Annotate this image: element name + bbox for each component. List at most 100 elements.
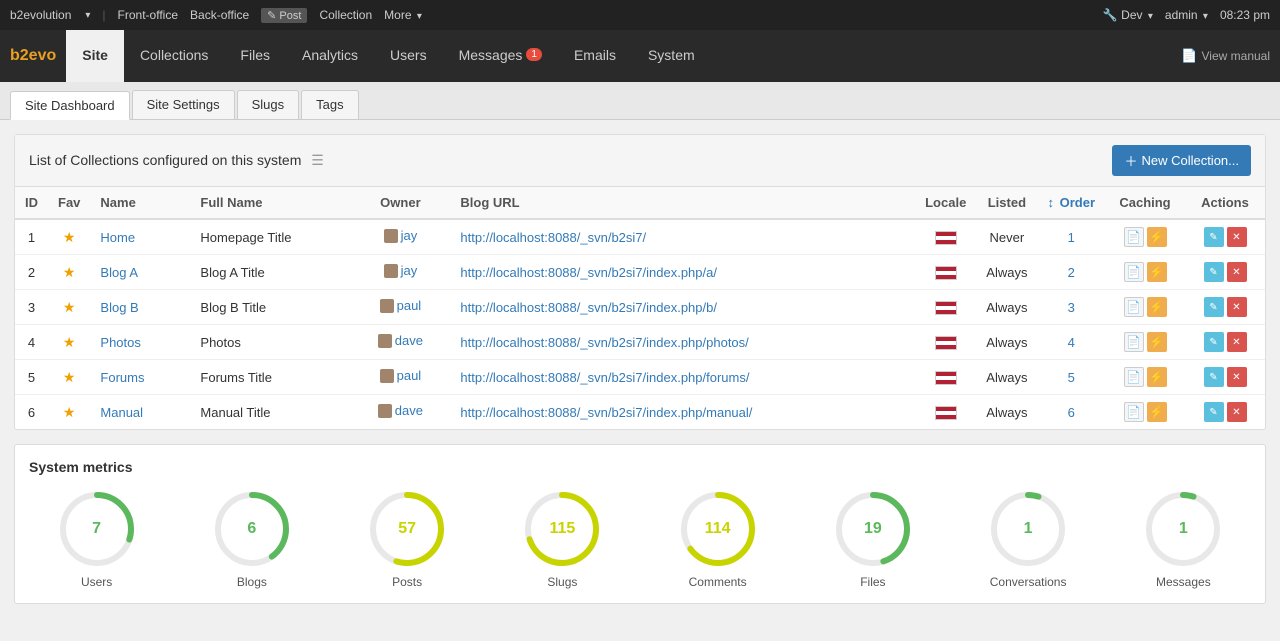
fav-star-icon[interactable]: ★ xyxy=(63,229,76,245)
topbar-brand[interactable]: b2evolution xyxy=(10,8,71,22)
subtab-dashboard[interactable]: Site Dashboard xyxy=(10,91,130,120)
fav-star-icon[interactable]: ★ xyxy=(63,334,76,350)
caching-bolt-icon[interactable]: ⚡ xyxy=(1147,402,1167,422)
cell-order: 1 xyxy=(1037,219,1105,255)
caching-doc-icon[interactable]: 📄 xyxy=(1124,332,1144,352)
nav-tab-analytics[interactable]: Analytics xyxy=(286,30,374,82)
edit-icon[interactable]: ✎ xyxy=(1204,297,1224,317)
collection-name-link[interactable]: Photos xyxy=(100,335,140,350)
donut-value: 1 xyxy=(1024,520,1033,538)
owner-link[interactable]: dave xyxy=(395,403,423,418)
caching-bolt-icon[interactable]: ⚡ xyxy=(1147,297,1167,317)
owner-link[interactable]: jay xyxy=(401,263,418,278)
blog-url-link[interactable]: http://localhost:8088/_svn/b2si7/index.p… xyxy=(460,370,749,385)
cell-fav[interactable]: ★ xyxy=(48,360,90,395)
caching-bolt-icon[interactable]: ⚡ xyxy=(1147,332,1167,352)
caching-doc-icon[interactable]: 📄 xyxy=(1124,402,1144,422)
edit-icon[interactable]: ✎ xyxy=(1204,332,1224,352)
collection-name-link[interactable]: Blog A xyxy=(100,265,138,280)
metric-item: 114 Comments xyxy=(678,489,758,589)
cell-owner: dave xyxy=(350,395,450,430)
subtab-settings[interactable]: Site Settings xyxy=(132,90,235,119)
owner-link[interactable]: paul xyxy=(397,298,422,313)
blog-url-link[interactable]: http://localhost:8088/_svn/b2si7/index.p… xyxy=(460,300,717,315)
delete-icon[interactable]: ✕ xyxy=(1227,367,1247,387)
owner-link[interactable]: jay xyxy=(401,228,418,243)
blog-url-link[interactable]: http://localhost:8088/_svn/b2si7/index.p… xyxy=(460,265,717,280)
metrics-row: 7 Users 6 Blogs 57 Posts 115 xyxy=(29,489,1251,589)
order-value-link[interactable]: 6 xyxy=(1068,405,1075,420)
col-header-order[interactable]: ↕ Order xyxy=(1037,187,1105,219)
owner-link[interactable]: paul xyxy=(397,368,422,383)
nav-tab-messages[interactable]: Messages 1 xyxy=(443,30,558,82)
cell-name: Blog B xyxy=(90,290,190,325)
topbar-post[interactable]: ✎ Post xyxy=(261,8,307,23)
new-collection-button[interactable]: ＋ New Collection... xyxy=(1112,145,1251,176)
blog-url-link[interactable]: http://localhost:8088/_svn/b2si7/index.p… xyxy=(460,405,752,420)
edit-icon[interactable]: ✎ xyxy=(1204,262,1224,282)
caching-doc-icon[interactable]: 📄 xyxy=(1124,227,1144,247)
cell-fav[interactable]: ★ xyxy=(48,290,90,325)
nav-tab-collections[interactable]: Collections xyxy=(124,30,224,82)
cell-url: http://localhost:8088/_svn/b2si7/index.p… xyxy=(450,255,915,290)
brand-logo: b2evo xyxy=(10,30,56,82)
col-header-locale: Locale xyxy=(915,187,976,219)
caching-doc-icon[interactable]: 📄 xyxy=(1124,262,1144,282)
cell-fav[interactable]: ★ xyxy=(48,395,90,430)
caching-bolt-icon[interactable]: ⚡ xyxy=(1147,262,1167,282)
edit-icon[interactable]: ✎ xyxy=(1204,227,1224,247)
cell-order: 5 xyxy=(1037,360,1105,395)
delete-icon[interactable]: ✕ xyxy=(1227,402,1247,422)
caching-bolt-icon[interactable]: ⚡ xyxy=(1147,227,1167,247)
subtab-tags[interactable]: Tags xyxy=(301,90,358,119)
nav-tab-files[interactable]: Files xyxy=(224,30,286,82)
nav-tab-system[interactable]: System xyxy=(632,30,711,82)
topbar-dev[interactable]: 🔧 Dev ▾ xyxy=(1103,8,1153,22)
caching-bolt-icon[interactable]: ⚡ xyxy=(1147,367,1167,387)
cell-fav[interactable]: ★ xyxy=(48,325,90,360)
fav-star-icon[interactable]: ★ xyxy=(63,264,76,280)
edit-icon[interactable]: ✎ xyxy=(1204,402,1224,422)
cell-fav[interactable]: ★ xyxy=(48,219,90,255)
subtab-slugs[interactable]: Slugs xyxy=(237,90,300,119)
collection-name-link[interactable]: Manual xyxy=(100,405,143,420)
nav-tab-emails[interactable]: Emails xyxy=(558,30,632,82)
topbar-more[interactable]: More ▾ xyxy=(384,8,422,22)
order-value-link[interactable]: 3 xyxy=(1068,300,1075,315)
metric-item: 19 Files xyxy=(833,489,913,589)
owner-link[interactable]: dave xyxy=(395,333,423,348)
order-value-link[interactable]: 2 xyxy=(1068,265,1075,280)
collection-name-link[interactable]: Forums xyxy=(100,370,144,385)
topbar-back-office[interactable]: Back-office xyxy=(190,8,249,22)
caching-doc-icon[interactable]: 📄 xyxy=(1124,297,1144,317)
blog-url-link[interactable]: http://localhost:8088/_svn/b2si7/ xyxy=(460,230,646,245)
collection-name-link[interactable]: Blog B xyxy=(100,300,138,315)
table-row: 6 ★ Manual Manual Title dave http://loca… xyxy=(15,395,1265,430)
delete-icon[interactable]: ✕ xyxy=(1227,297,1247,317)
cell-fav[interactable]: ★ xyxy=(48,255,90,290)
view-manual-link[interactable]: View manual xyxy=(1202,49,1270,63)
order-value-link[interactable]: 5 xyxy=(1068,370,1075,385)
cell-url: http://localhost:8088/_svn/b2si7/index.p… xyxy=(450,360,915,395)
topbar-front-office[interactable]: Front-office xyxy=(118,8,178,22)
delete-icon[interactable]: ✕ xyxy=(1227,262,1247,282)
collection-name-link[interactable]: Home xyxy=(100,230,135,245)
delete-icon[interactable]: ✕ xyxy=(1227,227,1247,247)
order-value-link[interactable]: 4 xyxy=(1068,335,1075,350)
fav-star-icon[interactable]: ★ xyxy=(63,299,76,315)
order-value-link[interactable]: 1 xyxy=(1068,230,1075,245)
locale-flag-icon xyxy=(935,266,957,280)
fav-star-icon[interactable]: ★ xyxy=(63,404,76,420)
topbar-collection[interactable]: Collection xyxy=(319,8,372,22)
blog-url-link[interactable]: http://localhost:8088/_svn/b2si7/index.p… xyxy=(460,335,748,350)
fav-star-icon[interactable]: ★ xyxy=(63,369,76,385)
edit-icon[interactable]: ✎ xyxy=(1204,367,1224,387)
caching-doc-icon[interactable]: 📄 xyxy=(1124,367,1144,387)
nav-tab-site[interactable]: Site xyxy=(66,30,124,82)
cell-actions: ✎ ✕ xyxy=(1185,360,1265,395)
delete-icon[interactable]: ✕ xyxy=(1227,332,1247,352)
locale-flag-icon xyxy=(935,336,957,350)
topbar-admin[interactable]: admin ▾ xyxy=(1165,8,1208,22)
nav-tab-users[interactable]: Users xyxy=(374,30,443,82)
locale-flag-icon xyxy=(935,231,957,245)
